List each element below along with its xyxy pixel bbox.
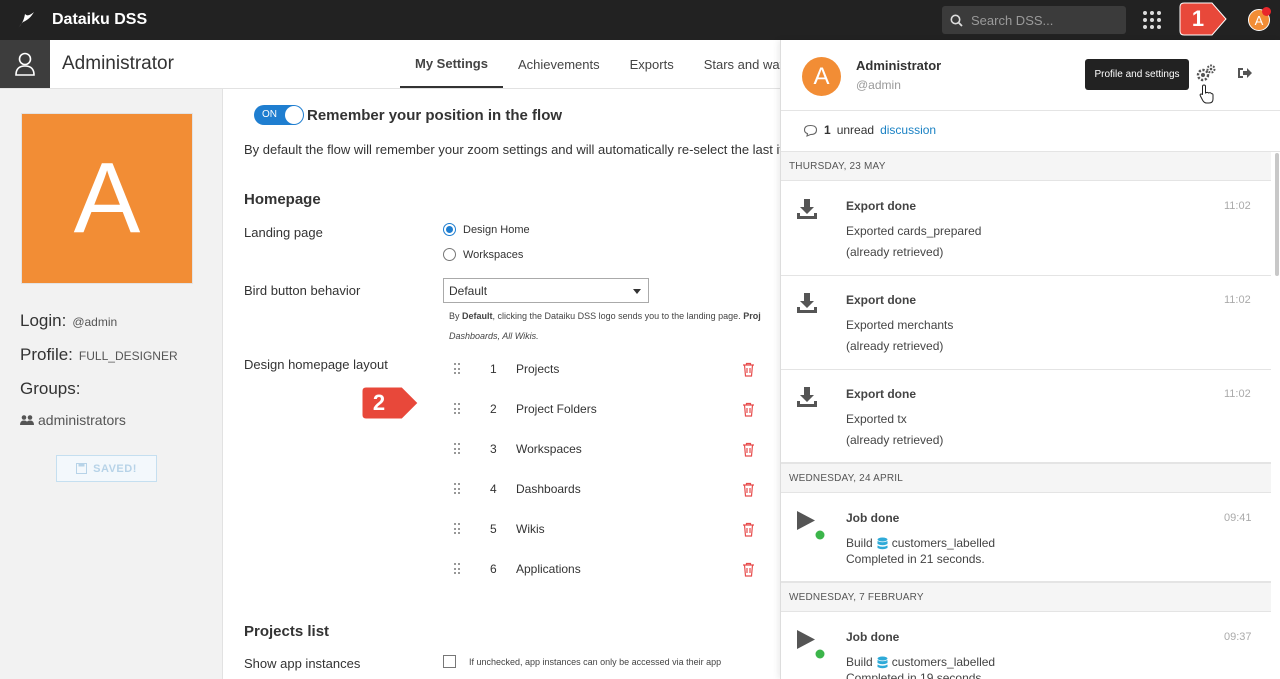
notification-item[interactable]: Job done 09:37 Build customers_labelled … xyxy=(781,613,1271,679)
drag-handle-icon[interactable] xyxy=(454,363,462,375)
login-info: Login: @admin xyxy=(20,311,118,330)
user-profile-icon xyxy=(0,40,50,88)
panel-scrollbar[interactable] xyxy=(1275,153,1279,276)
remember-position-title: Remember your position in the flow xyxy=(307,107,563,124)
top-bar: Dataiku DSS A xyxy=(0,0,1280,40)
trash-icon[interactable] xyxy=(742,522,755,537)
groups-label: Groups: xyxy=(20,379,81,398)
drag-handle-icon[interactable] xyxy=(454,403,462,415)
panel-user-name: Administrator xyxy=(856,58,942,73)
dataiku-bird-logo-icon[interactable] xyxy=(16,10,36,30)
homepage-section-title: Homepage xyxy=(244,191,321,208)
trash-icon[interactable] xyxy=(742,362,755,377)
brand-name[interactable]: Dataiku DSS xyxy=(52,11,147,29)
day-header: THURSDAY, 23 MAY xyxy=(781,151,1271,181)
homepage-layout-label: Design homepage layout xyxy=(244,357,388,372)
layout-item[interactable]: 4 Dashboards xyxy=(454,479,754,499)
profile-avatar: A xyxy=(21,113,193,284)
download-icon xyxy=(797,387,817,407)
trash-icon[interactable] xyxy=(742,482,755,497)
drag-handle-icon[interactable] xyxy=(454,523,462,535)
download-icon xyxy=(797,199,817,219)
profile-info: Profile: FULL_DESIGNER xyxy=(20,345,178,364)
show-app-instances-help: If unchecked, app instances can only be … xyxy=(469,657,722,667)
profile-notifications-panel: A Administrator @admin Profile and setti… xyxy=(780,40,1280,679)
tab-achievements[interactable]: Achievements xyxy=(503,40,615,88)
notification-badge xyxy=(1262,7,1271,16)
apps-menu-icon[interactable] xyxy=(1143,11,1161,29)
notification-item[interactable]: Job done 09:41 Build customers_labelled … xyxy=(781,494,1271,582)
dataset-icon xyxy=(877,537,888,549)
group-item: administrators xyxy=(20,412,126,428)
unread-discussions[interactable]: 1 unread discussion xyxy=(803,123,936,137)
settings-tabs: My Settings Achievements Exports Stars a… xyxy=(400,40,805,88)
landing-page-label: Landing page xyxy=(244,225,323,240)
tab-exports[interactable]: Exports xyxy=(615,40,689,88)
saved-button[interactable]: SAVED! xyxy=(56,455,157,482)
bird-button-label: Bird button behavior xyxy=(244,283,361,298)
remember-position-description: By default the flow will remember your z… xyxy=(244,142,780,157)
notification-item[interactable]: Export done 11:02 Exported cards_prepare… xyxy=(781,182,1271,276)
notification-item[interactable]: Export done 11:02 Exported tx (already r… xyxy=(781,370,1271,463)
dataset-icon xyxy=(877,656,888,668)
layout-item[interactable]: 5 Wikis xyxy=(454,519,754,539)
bird-button-select[interactable]: Default xyxy=(443,278,649,303)
trash-icon[interactable] xyxy=(742,562,755,577)
discussion-link[interactable]: discussion xyxy=(880,123,936,137)
trash-icon[interactable] xyxy=(742,442,755,457)
page-title: Administrator xyxy=(62,53,174,74)
bird-button-help: By Default, clicking the Dataiku DSS log… xyxy=(449,311,761,341)
projects-list-title: Projects list xyxy=(244,623,330,640)
notification-item[interactable]: Export done 11:02 Exported merchants (al… xyxy=(781,276,1271,370)
download-icon xyxy=(797,293,817,313)
tab-my-settings[interactable]: My Settings xyxy=(400,40,503,88)
users-icon xyxy=(20,415,34,425)
layout-item[interactable]: 1 Projects xyxy=(454,359,754,379)
drag-handle-icon[interactable] xyxy=(454,443,462,455)
callout-marker-1: 1 xyxy=(1176,0,1228,38)
profile-sidebar: A Login: @admin Profile: FULL_DESIGNER Gro… xyxy=(0,89,223,679)
chevron-down-icon xyxy=(633,289,641,294)
search-input[interactable] xyxy=(971,12,1111,28)
radio-design-home[interactable] xyxy=(443,223,456,236)
layout-item[interactable]: 6 Applications xyxy=(454,559,754,579)
show-app-instances-label: Show app instances xyxy=(244,656,361,671)
layout-item[interactable]: 3 Workspaces xyxy=(454,439,754,459)
gear-icon[interactable] xyxy=(1195,64,1217,84)
job-play-icon xyxy=(797,511,825,540)
trash-icon[interactable] xyxy=(742,402,755,417)
layout-item[interactable]: 2 Project Folders xyxy=(454,399,754,419)
panel-user-handle: @admin xyxy=(856,78,901,92)
remember-position-toggle[interactable]: ON xyxy=(254,105,304,125)
search-box[interactable] xyxy=(942,6,1126,34)
landing-option-workspaces[interactable]: Workspaces xyxy=(443,248,523,261)
landing-option-design-home[interactable]: Design Home xyxy=(443,223,530,236)
logout-icon[interactable] xyxy=(1237,66,1253,80)
callout-marker-2: 2 xyxy=(358,384,419,422)
pointer-cursor-icon xyxy=(1199,84,1214,104)
radio-workspaces[interactable] xyxy=(443,248,456,261)
profile-settings-tooltip: Profile and settings xyxy=(1085,59,1189,90)
drag-handle-icon[interactable] xyxy=(454,563,462,575)
day-header: WEDNESDAY, 24 APRIL xyxy=(781,463,1271,493)
drag-handle-icon[interactable] xyxy=(454,483,462,495)
show-app-instances-checkbox[interactable] xyxy=(443,655,456,668)
chat-bubble-icon xyxy=(803,124,818,137)
search-icon xyxy=(950,14,963,27)
save-icon xyxy=(76,463,88,474)
settings-content: ON Remember your position in the flow By… xyxy=(224,89,780,679)
panel-avatar[interactable]: A xyxy=(802,57,841,96)
day-header: WEDNESDAY, 7 FEBRUARY xyxy=(781,582,1271,612)
job-play-icon xyxy=(797,630,825,659)
